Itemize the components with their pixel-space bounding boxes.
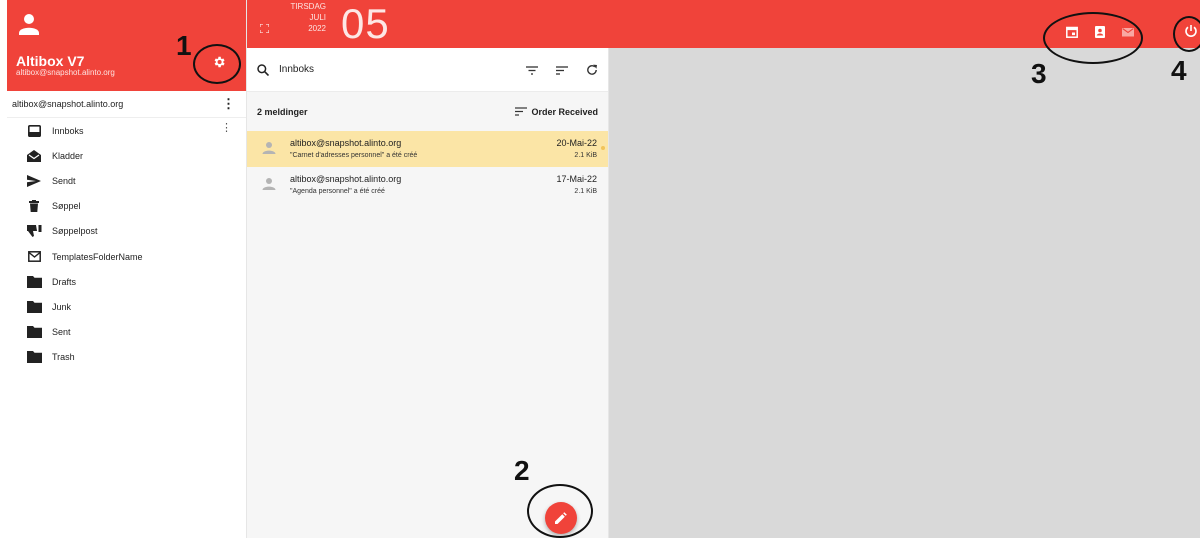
message-row[interactable]: altibox@snapshot.alinto.org "Carnet d'ad… [247, 131, 608, 167]
filter-icon[interactable] [526, 64, 538, 76]
message-from: altibox@snapshot.alinto.org [290, 138, 402, 148]
mail-app: Altibox V7 altibox@snapshot.alinto.org a… [0, 0, 1200, 538]
sidebar-item-sent[interactable]: Sent [7, 320, 246, 345]
message-from: altibox@snapshot.alinto.org [290, 174, 402, 184]
message-date: 17-Mai-22 [556, 174, 597, 184]
folder-label: Trash [52, 352, 75, 363]
sidebar-item-innboks[interactable]: Innboks ⋮ [7, 118, 246, 144]
annotation-number-3: 3 [1031, 58, 1047, 89]
folder-label: Sendt [52, 175, 76, 186]
sidebar-item-kladder[interactable]: Kladder [7, 143, 246, 168]
message-date: 20-Mai-22 [556, 138, 597, 148]
folder-label: Søppelpost [52, 226, 98, 237]
sidebar-item-drafts[interactable]: Drafts [7, 269, 246, 294]
folder-icon [26, 300, 42, 314]
sidebar-item-soppelpost[interactable]: Søppelpost [7, 219, 246, 244]
folder-icon [26, 350, 42, 364]
date-block: TIRSDAG JULI 2022 [285, 1, 326, 34]
sort-icon[interactable] [556, 64, 568, 76]
account-menu-icon[interactable]: ⋮ [222, 97, 235, 110]
message-count: 2 meldinger [257, 106, 308, 117]
message-list-pane: 2 meldinger Order Received altibox@snaps… [247, 48, 609, 538]
drafts-icon [26, 149, 42, 163]
sort-lines-icon [515, 107, 528, 116]
inbox-icon [26, 124, 42, 138]
account-name: Altibox V7 [16, 53, 85, 69]
account-email: altibox@snapshot.alinto.org [16, 68, 115, 77]
mail-outline-icon [26, 250, 42, 264]
folder-menu-icon[interactable]: ⋮ [221, 123, 232, 134]
sidebar-item-trash[interactable]: Trash [7, 345, 246, 370]
refresh-icon[interactable] [586, 64, 598, 76]
annotation-ring-2 [527, 484, 593, 538]
sender-avatar-icon [262, 178, 276, 190]
fullscreen-icon[interactable] [260, 24, 269, 33]
folder-icon [26, 275, 42, 289]
message-subject: "Agenda personnel" a été créé [290, 188, 385, 195]
folder-label: Sent [52, 327, 71, 338]
message-size: 2.1 KiB [574, 188, 597, 195]
annotation-number-1: 1 [176, 30, 192, 61]
search-bar [247, 48, 608, 92]
annotation-ring-3 [1043, 12, 1143, 64]
folder-label: TemplatesFolderName [52, 251, 143, 262]
search-input[interactable] [279, 64, 508, 75]
date-month: JULI [309, 13, 326, 22]
account-row-label: altibox@snapshot.alinto.org [12, 99, 124, 109]
sort-order-button[interactable]: Order Received [515, 107, 598, 117]
folder-label: Drafts [52, 276, 77, 287]
annotation-ring-4 [1173, 16, 1200, 52]
folder-icon [26, 325, 42, 339]
folder-list: Innboks ⋮ Kladder Sendt Søppel Søppelpos… [7, 118, 246, 370]
folder-label: Junk [52, 301, 72, 312]
sidebar-item-soppel[interactable]: Søppel [7, 194, 246, 219]
send-icon [26, 174, 42, 188]
message-size: 2.1 KiB [574, 152, 597, 159]
account-row[interactable]: altibox@snapshot.alinto.org ⋮ [7, 91, 246, 118]
folder-label: Innboks [52, 125, 84, 136]
account-avatar-icon [19, 14, 39, 35]
annotation-number-4: 4 [1171, 55, 1187, 86]
sidebar-item-junk[interactable]: Junk [7, 294, 246, 319]
search-icon[interactable] [257, 63, 269, 76]
list-header: 2 meldinger Order Received [247, 92, 608, 131]
thumbs-down-icon [26, 224, 42, 238]
sidebar-item-sendt[interactable]: Sendt [7, 168, 246, 193]
unread-dot-icon [601, 146, 605, 150]
date-day: 05 [341, 0, 390, 47]
folder-label: Søppel [52, 201, 81, 212]
reading-pane [609, 48, 1200, 538]
sort-order-label: Order Received [531, 106, 598, 117]
message-subject: "Carnet d'adresses personnel" a été créé [290, 152, 418, 159]
message-row[interactable]: altibox@snapshot.alinto.org "Agenda pers… [247, 167, 608, 203]
folder-label: Kladder [52, 150, 84, 161]
annotation-ring-1 [193, 44, 241, 84]
sidebar-item-templates[interactable]: TemplatesFolderName [7, 244, 246, 269]
date-year: 2022 [308, 24, 326, 33]
date-weekday: TIRSDAG [290, 2, 326, 11]
trash-icon [26, 199, 42, 213]
sender-avatar-icon [262, 142, 276, 154]
annotation-number-2: 2 [514, 455, 530, 486]
